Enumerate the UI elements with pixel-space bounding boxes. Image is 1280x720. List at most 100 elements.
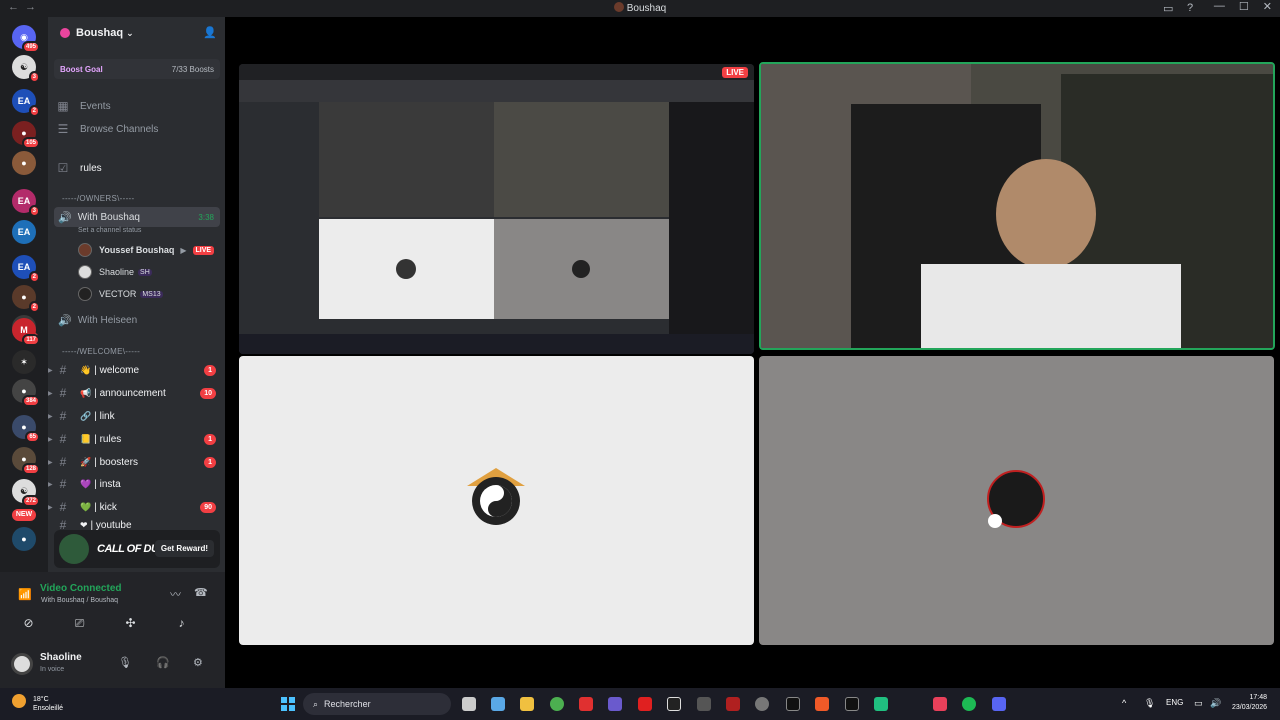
user-name[interactable]: Shaoline [40, 652, 82, 663]
server-icon[interactable]: ● 128 [12, 447, 40, 475]
microphone-icon[interactable]: 🎙 [118, 656, 132, 669]
app-icon[interactable] [697, 697, 711, 711]
server-icon[interactable]: ✶ [12, 350, 36, 374]
screen-share-tile[interactable]: LIVE [239, 64, 754, 354]
server-icon[interactable]: ☯ 272 [12, 479, 40, 507]
tray-overflow-icon[interactable]: ^ [1122, 698, 1126, 708]
server-ea-icon[interactable]: EA [12, 220, 36, 244]
soundboard-icon[interactable]: ♪ [159, 612, 204, 634]
voice-status: Video Connected [40, 583, 122, 594]
inbox-icon[interactable]: ▭ [1163, 2, 1175, 15]
close-icon[interactable]: ✕ [1263, 0, 1272, 13]
camera-icon: ▶ [180, 245, 187, 255]
channel-rules-2[interactable]: ▶ # 📒 | rules 1 [48, 429, 220, 449]
settings-gear-icon[interactable]: ⚙ [193, 656, 203, 669]
camera-tile[interactable] [759, 62, 1275, 350]
maximize-icon[interactable]: ☐ [1239, 0, 1249, 13]
clock[interactable]: 17:48 23/03/2026 [1232, 693, 1267, 713]
channel-boosters[interactable]: ▶ # 🚀 | boosters 1 [48, 452, 220, 472]
browse-icon: ☰ [57, 122, 69, 136]
chrome-icon[interactable] [550, 697, 564, 711]
search-icon: ⌕ [313, 698, 319, 709]
acrobat-icon[interactable] [579, 697, 593, 711]
tradingview-icon[interactable] [845, 697, 859, 711]
fn-app-icon[interactable] [667, 697, 681, 711]
avatar [78, 243, 92, 257]
channel-announcement[interactable]: ▶ # 📢 | announcement 10 [48, 383, 220, 403]
add-user-icon[interactable]: 👤 [203, 26, 217, 39]
window-title: Boushaq [0, 2, 1280, 14]
file-explorer-icon[interactable] [520, 697, 534, 711]
hash-icon: # [59, 386, 67, 400]
voice-member[interactable]: Shaoline SH [78, 263, 218, 281]
youtube-icon[interactable] [638, 697, 652, 711]
get-reward-button[interactable]: Get Reward! [154, 540, 214, 557]
copilot-icon[interactable] [491, 697, 505, 711]
app-icon[interactable] [933, 697, 947, 711]
boost-goal[interactable]: Boost Goal 7/33 Boosts [54, 59, 220, 79]
app-icon[interactable] [755, 697, 769, 711]
voice-channel-with-heiseen[interactable]: 🔊 With Heiseen [54, 310, 220, 330]
noise-suppression-icon[interactable]: 〰 [170, 586, 181, 602]
language-indicator[interactable]: ENG [1166, 698, 1183, 707]
server-gmail-icon[interactable]: M 117 [12, 318, 40, 346]
server-ea-icon[interactable]: EA 2 [12, 89, 40, 117]
weather-icon[interactable] [12, 694, 26, 708]
channel-kick[interactable]: ▶ # 💚 | kick 90 [48, 497, 220, 517]
speaker-icon: 🔊 [58, 314, 72, 327]
taskbar-search[interactable]: ⌕ Rechercher [303, 693, 451, 715]
server-icon[interactable]: ● [12, 527, 36, 551]
server-icon[interactable]: ● 105 [12, 121, 40, 149]
spotify-icon[interactable] [962, 697, 976, 711]
voice-location[interactable]: With Boushaq / Boushaq [41, 597, 118, 604]
voice-member[interactable]: VECTOR MS13 [78, 285, 218, 303]
channel-emoji: 💚 [80, 501, 92, 512]
server-icon[interactable]: ● 65 [12, 415, 40, 443]
server-icon[interactable]: ●2 [12, 285, 40, 313]
server-ea-icon[interactable]: EA 3 [12, 189, 40, 217]
help-icon[interactable]: ? [1187, 2, 1199, 14]
channel-rules[interactable]: ☑ rules [54, 158, 220, 178]
channel-emoji: ❤ [80, 520, 88, 530]
weather-widget[interactable]: 18°C Ensoleillé [33, 695, 63, 713]
disconnect-icon[interactable]: ☎ [194, 586, 208, 599]
windows-start-icon[interactable] [281, 697, 295, 711]
headphones-icon[interactable]: 🎧 [156, 656, 170, 669]
discord-icon[interactable] [992, 697, 1006, 711]
tray-mic-icon[interactable]: 🎙 [1144, 698, 1155, 709]
activities-icon[interactable]: ✣ [108, 612, 153, 634]
task-view-icon[interactable] [462, 697, 476, 711]
minimize-icon[interactable]: — [1214, 0, 1225, 13]
channel-insta[interactable]: ▶ # 💜 | insta [48, 474, 220, 494]
app-icon[interactable] [874, 697, 888, 711]
avatar-tile-vector[interactable] [759, 356, 1274, 645]
server-ea-icon[interactable]: EA 2 [12, 255, 40, 283]
xm-app-icon[interactable] [786, 697, 800, 711]
channel-welcome[interactable]: ▶ # 👋 | welcome 1 [48, 360, 220, 380]
category-owners[interactable]: -----/OWNERS\----- [62, 194, 135, 203]
channel-link[interactable]: ▶ # 🔗 | link [48, 406, 220, 426]
volume-icon[interactable]: 🔊 [1210, 698, 1221, 709]
app-icon[interactable] [726, 697, 740, 711]
server-header[interactable]: Boushaq ⌄ 👤 [48, 17, 225, 49]
promo-banner[interactable]: CALL OF DUTY Get Reward! [54, 530, 220, 568]
screen-share-icon[interactable]: ⎚ [57, 612, 102, 634]
channel-status[interactable]: Set a channel status [78, 227, 141, 234]
teams-icon[interactable] [608, 697, 622, 711]
browse-channels-link[interactable]: ☰ Browse Channels [54, 119, 220, 139]
brave-icon[interactable] [815, 697, 829, 711]
avatar-tile-shaoline[interactable] [239, 356, 754, 645]
channel-youtube[interactable]: # ❤ | youtube [54, 520, 220, 530]
server-icon[interactable]: ● [12, 151, 36, 175]
category-welcome[interactable]: -----/WELCOME\----- [62, 347, 140, 356]
server-icon[interactable]: ☯ 3 [12, 55, 40, 83]
voice-channel-with-boushaq[interactable]: 🔊 With Boushaq 3:38 [54, 207, 220, 227]
server-icon[interactable]: ● 384 [12, 379, 40, 407]
voice-member[interactable]: Youssef Boushaq ▶ LIVE [78, 241, 218, 259]
events-link[interactable]: ▦ Events [54, 96, 220, 116]
signal-icon[interactable]: 📶 [18, 588, 32, 601]
avatar[interactable] [11, 653, 33, 675]
network-icon[interactable]: ▭ [1194, 698, 1203, 709]
direct-messages-icon[interactable]: ◉ 495 [12, 25, 40, 53]
camera-off-icon[interactable]: ⊘ [6, 612, 51, 634]
